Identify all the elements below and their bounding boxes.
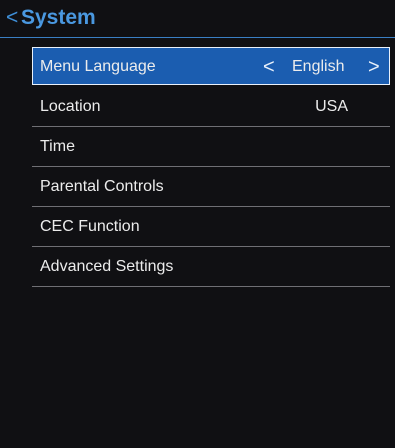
menu-item-menu-language[interactable]: Menu Language < English > bbox=[32, 47, 390, 85]
chevron-right-icon[interactable]: > bbox=[368, 56, 380, 78]
menu-item-advanced-settings[interactable]: Advanced Settings bbox=[32, 247, 390, 287]
menu-item-parental-controls[interactable]: Parental Controls bbox=[32, 167, 390, 207]
chevron-left-icon[interactable]: < bbox=[263, 56, 275, 78]
menu-item-location[interactable]: Location USA bbox=[32, 87, 390, 127]
menu-item-label: Advanced Settings bbox=[40, 258, 174, 275]
menu-item-label: Location bbox=[40, 98, 101, 115]
back-chevron-icon[interactable]: < bbox=[6, 6, 18, 30]
settings-menu: Menu Language < English > Location USA T… bbox=[32, 47, 390, 287]
menu-item-label: Menu Language bbox=[40, 58, 156, 75]
header-bar: < System bbox=[0, 0, 395, 38]
system-settings-panel: < System Menu Language < English > Locat… bbox=[0, 0, 395, 448]
menu-item-label: CEC Function bbox=[40, 218, 140, 235]
menu-item-time[interactable]: Time bbox=[32, 127, 390, 167]
location-value: USA bbox=[315, 98, 348, 115]
page-title: System bbox=[21, 6, 96, 29]
menu-language-value: English bbox=[292, 58, 345, 75]
menu-item-label: Time bbox=[40, 138, 75, 155]
menu-item-label: Parental Controls bbox=[40, 178, 164, 195]
menu-item-cec-function[interactable]: CEC Function bbox=[32, 207, 390, 247]
